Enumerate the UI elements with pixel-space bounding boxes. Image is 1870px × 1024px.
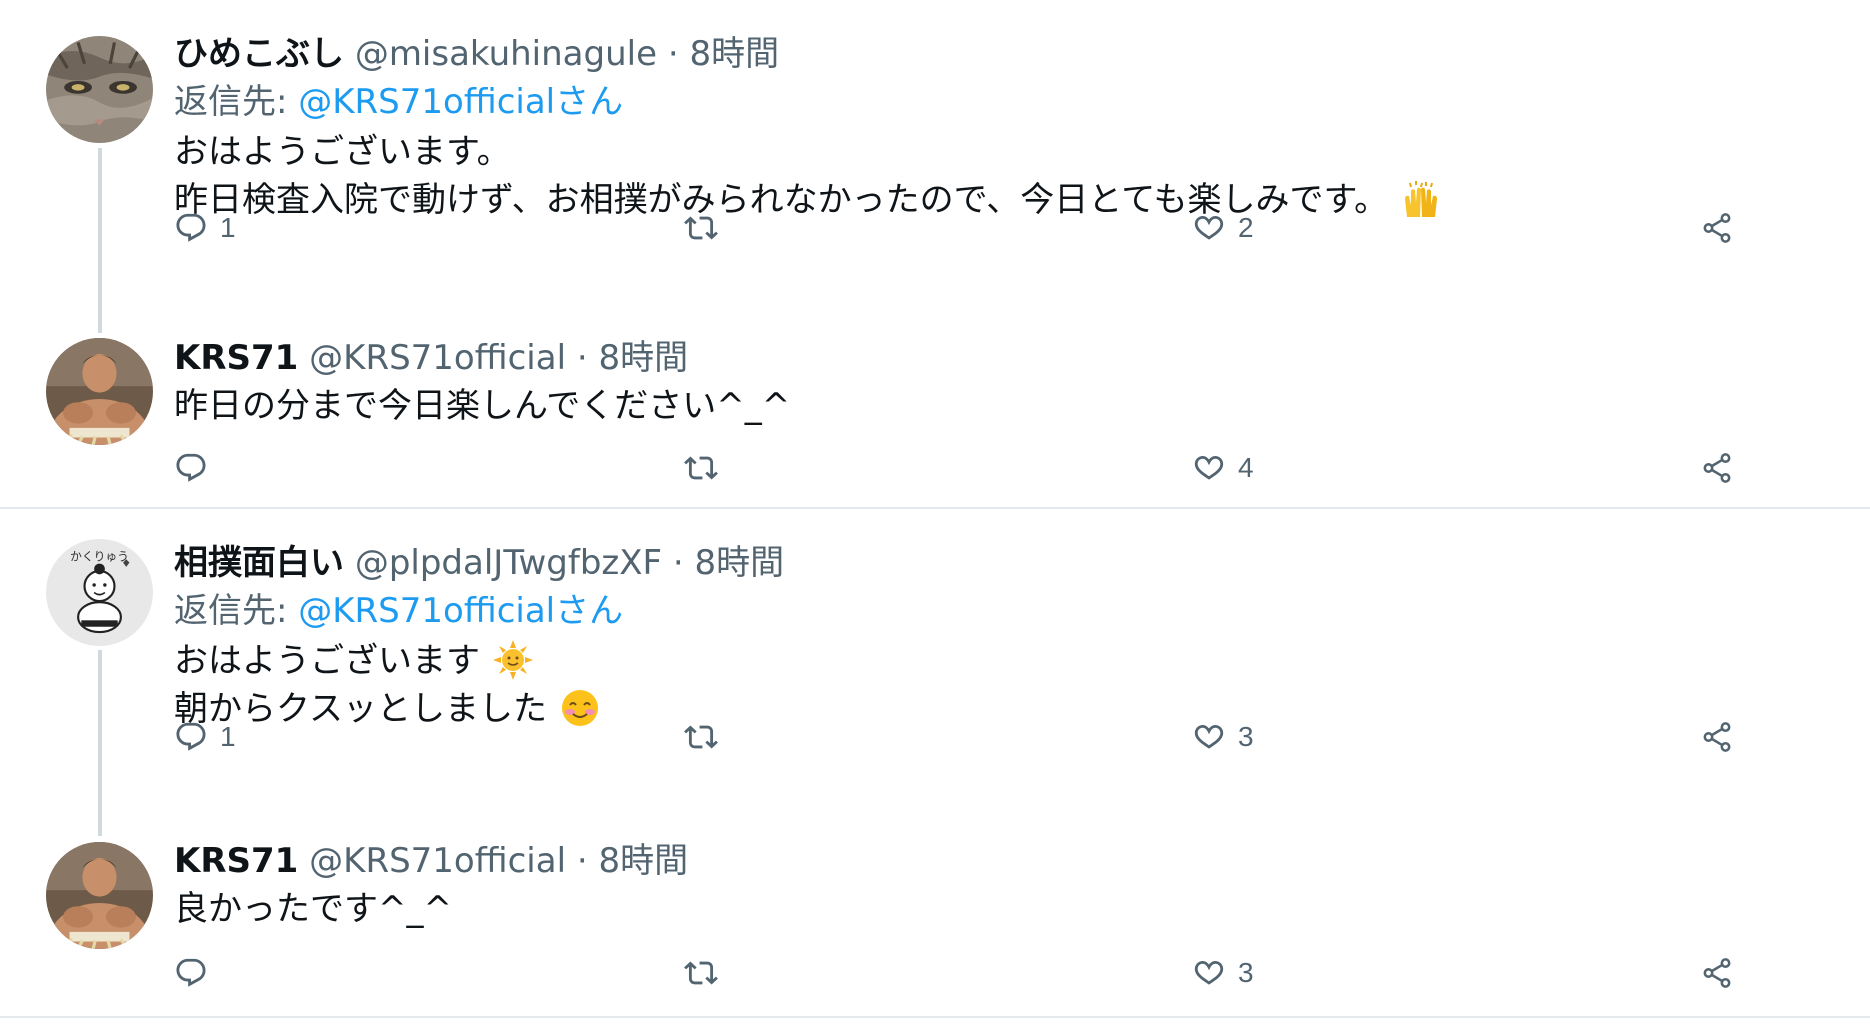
- reply-button[interactable]: 1: [174, 206, 236, 250]
- share-icon: [1700, 956, 1734, 990]
- thread-connector-line: [98, 148, 102, 333]
- user-handle[interactable]: @KRS71official: [309, 841, 566, 881]
- like-button[interactable]: 4: [1192, 446, 1254, 490]
- reply-icon: [174, 451, 208, 485]
- avatar-lettering: かくりゅう: [70, 549, 129, 563]
- share-icon: [1700, 720, 1734, 754]
- tweet-actions: 4: [174, 446, 1774, 490]
- reply-to-line: 返信先: @KRS71officialさん: [174, 587, 1810, 635]
- retweet-button[interactable]: [684, 446, 718, 490]
- share-button[interactable]: [1700, 951, 1734, 995]
- separator-dot: ·: [576, 338, 588, 378]
- tweet-content: KRS71 @KRS71official · 8時間 良かったです^_^: [174, 837, 1810, 933]
- avatar[interactable]: [46, 36, 153, 143]
- tweet-text-segment: おはようございます: [174, 641, 480, 681]
- like-count: 4: [1238, 452, 1254, 483]
- tweet-actions: 1 3: [174, 715, 1774, 759]
- avatar[interactable]: [46, 842, 153, 949]
- retweet-button[interactable]: [684, 206, 718, 250]
- tweet-text-line: おはようございます。: [174, 132, 511, 172]
- tweet-header: KRS71 @KRS71official · 8時間: [174, 837, 1810, 885]
- tweet-text: 昨日の分まで今日楽しんでください^_^: [174, 382, 1810, 430]
- reply-button[interactable]: [174, 951, 220, 995]
- reply-icon: [174, 211, 208, 245]
- tweet-actions: 3: [174, 951, 1774, 995]
- reply-icon: [174, 720, 208, 754]
- share-button[interactable]: [1700, 206, 1734, 250]
- tweet-text-line: 良かったです^_^: [174, 889, 452, 929]
- reply-icon: [174, 956, 208, 990]
- like-count: 3: [1238, 721, 1254, 752]
- retweet-button[interactable]: [684, 951, 718, 995]
- reply-mention-link[interactable]: @KRS71officialさん: [298, 591, 623, 631]
- tweet-actions: 1 2: [174, 206, 1774, 250]
- timestamp[interactable]: 8時間: [598, 338, 688, 378]
- share-button[interactable]: [1700, 715, 1734, 759]
- tweet-text-line: 昨日の分まで今日楽しんでください^_^: [174, 386, 791, 426]
- separator-dot: ·: [576, 841, 588, 881]
- tweet-text: 良かったです^_^: [174, 885, 1810, 933]
- like-icon: [1192, 451, 1226, 485]
- retweet-button[interactable]: [684, 715, 718, 759]
- display-name[interactable]: KRS71: [174, 338, 298, 378]
- thread-connector-line: [98, 650, 102, 836]
- retweet-icon: [684, 211, 718, 245]
- like-icon: [1192, 720, 1226, 754]
- separator-dot: ·: [667, 34, 679, 74]
- user-handle[interactable]: @misakuhinagule: [355, 34, 657, 74]
- like-button[interactable]: 3: [1192, 715, 1254, 759]
- thread-2: かくりゅう 相撲面白い @plpdalJTwgfbzXF · 8時間 返信先: …: [0, 509, 1870, 1018]
- sun-emoji-icon: [492, 640, 533, 680]
- tweet-content: 相撲面白い @plpdalJTwgfbzXF · 8時間 返信先: @KRS71…: [174, 539, 1810, 733]
- tweet-text-line: おはようございます: [174, 637, 1810, 685]
- like-icon: [1192, 211, 1226, 245]
- tweet-header: ひめこぶし @misakuhinagule · 8時間: [174, 30, 1810, 78]
- like-button[interactable]: 2: [1192, 206, 1254, 250]
- share-button[interactable]: [1700, 446, 1734, 490]
- separator-dot: ·: [672, 543, 684, 583]
- like-count: 2: [1238, 212, 1254, 243]
- timestamp[interactable]: 8時間: [598, 841, 688, 881]
- retweet-icon: [684, 451, 718, 485]
- reply-button[interactable]: [174, 446, 220, 490]
- sumo-wrestler-avatar-icon: [46, 842, 153, 949]
- thread-1: ひめこぶし @misakuhinagule · 8時間 返信先: @KRS71o…: [0, 0, 1870, 509]
- tweet-content: KRS71 @KRS71official · 8時間 昨日の分まで今日楽しんでく…: [174, 334, 1810, 430]
- avatar[interactable]: [46, 338, 153, 445]
- retweet-icon: [684, 720, 718, 754]
- like-count: 3: [1238, 957, 1254, 988]
- cat-avatar-icon: [46, 36, 153, 143]
- display-name[interactable]: KRS71: [174, 841, 298, 881]
- like-button[interactable]: 3: [1192, 951, 1254, 995]
- reply-count: 1: [220, 721, 236, 752]
- reply-to-label: 返信先:: [174, 82, 299, 122]
- tweet-header: 相撲面白い @plpdalJTwgfbzXF · 8時間: [174, 539, 1810, 587]
- reply-to-line: 返信先: @KRS71officialさん: [174, 78, 1810, 126]
- share-icon: [1700, 211, 1734, 245]
- timestamp[interactable]: 8時間: [695, 543, 785, 583]
- reply-button[interactable]: 1: [174, 715, 236, 759]
- display-name[interactable]: 相撲面白い: [174, 543, 344, 583]
- avatar[interactable]: かくりゅう: [46, 539, 153, 646]
- tweet-header: KRS71 @KRS71official · 8時間: [174, 334, 1810, 382]
- user-handle[interactable]: @plpdalJTwgfbzXF: [355, 543, 662, 583]
- sumo-wrestler-avatar-icon: [46, 338, 153, 445]
- tweet-content: ひめこぶし @misakuhinagule · 8時間 返信先: @KRS71o…: [174, 30, 1810, 224]
- retweet-icon: [684, 956, 718, 990]
- conversation-feed: ひめこぶし @misakuhinagule · 8時間 返信先: @KRS71o…: [0, 0, 1870, 1024]
- like-icon: [1192, 956, 1226, 990]
- timestamp[interactable]: 8時間: [689, 34, 779, 74]
- reply-to-label: 返信先:: [174, 591, 299, 631]
- share-icon: [1700, 451, 1734, 485]
- reply-count: 1: [220, 212, 236, 243]
- reply-mention-link[interactable]: @KRS71officialさん: [298, 82, 623, 122]
- sumo-drawing-avatar-icon: かくりゅう: [46, 539, 153, 646]
- display-name[interactable]: ひめこぶし: [174, 34, 344, 74]
- user-handle[interactable]: @KRS71official: [309, 338, 566, 378]
